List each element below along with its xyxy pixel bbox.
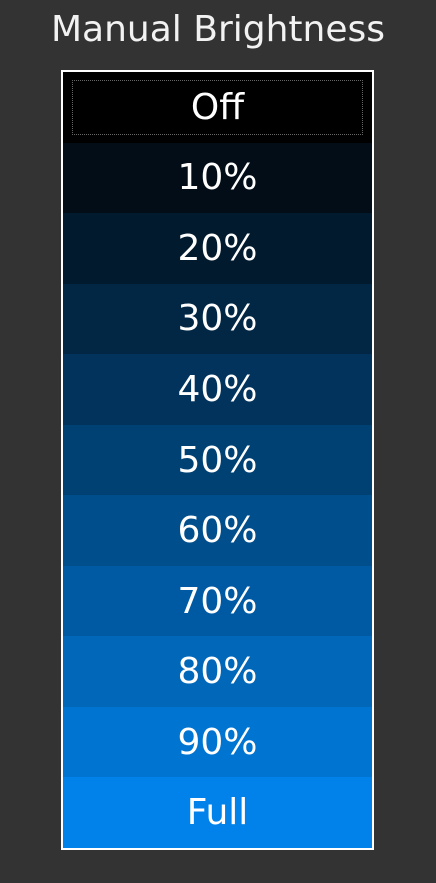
- brightness-option-20[interactable]: 20%: [63, 213, 372, 284]
- brightness-option-label: 50%: [177, 439, 258, 481]
- brightness-option-30[interactable]: 30%: [63, 283, 372, 355]
- brightness-option-label: 70%: [177, 580, 258, 622]
- manual-brightness-screen: Manual Brightness Off 10% 20% 30% 40% 50…: [0, 0, 436, 883]
- brightness-option-50[interactable]: 50%: [63, 424, 372, 496]
- brightness-option-label: 30%: [177, 298, 258, 340]
- brightness-option-full[interactable]: Full: [63, 777, 372, 849]
- brightness-option-70[interactable]: 70%: [63, 565, 372, 637]
- brightness-option-90[interactable]: 90%: [63, 706, 372, 778]
- brightness-option-label: Off: [190, 86, 245, 128]
- brightness-option-label: 20%: [177, 227, 258, 269]
- brightness-option-40[interactable]: 40%: [63, 354, 372, 425]
- brightness-option-list: Off 10% 20% 30% 40% 50% 60% 70% 80% 90% …: [61, 70, 374, 850]
- brightness-option-label: 40%: [177, 368, 258, 410]
- brightness-option-off[interactable]: Off: [63, 72, 372, 143]
- brightness-option-80[interactable]: 80%: [63, 636, 372, 707]
- brightness-option-label: 10%: [177, 157, 258, 199]
- brightness-option-60[interactable]: 60%: [63, 495, 372, 566]
- brightness-option-label: 80%: [177, 651, 258, 693]
- brightness-option-label: Full: [186, 792, 249, 834]
- page-title: Manual Brightness: [50, 9, 386, 50]
- brightness-option-label: 60%: [177, 510, 258, 552]
- brightness-option-label: 90%: [177, 721, 258, 763]
- brightness-option-10[interactable]: 10%: [63, 142, 372, 214]
